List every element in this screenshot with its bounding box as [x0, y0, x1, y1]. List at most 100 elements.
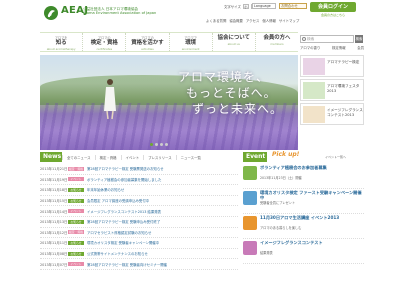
news-date: 2013年11月12日 — [40, 230, 68, 235]
event-title-link[interactable]: 11月30日アロマ生活講座 イベント2013 — [260, 215, 364, 220]
banner-fragrance-contest[interactable]: イメージフレグランスコンテスト2013 — [300, 103, 364, 125]
banner-thumb — [303, 58, 325, 75]
news-category-badge: イベント — [68, 209, 84, 214]
event-list-link[interactable]: イベント一覧へ — [325, 155, 346, 159]
news-date: 2013年11月14日 — [40, 209, 68, 214]
nav-members[interactable]: 会員の方へ members — [256, 33, 298, 51]
news-title-link[interactable]: アロマセラピスト資格認定試験のお知らせ — [87, 230, 238, 235]
tab-press[interactable]: プレスリリース — [143, 154, 176, 160]
news-item[interactable]: 2013年11月08日 お知らせ 公式携帯サイトメンテナンスのお知らせ — [40, 249, 238, 260]
news-date: 2013年11月18日 — [40, 188, 68, 193]
news-title-link[interactable]: 年末年始休業のお知らせ — [87, 187, 238, 192]
news-item[interactable]: 2013年11月12日 検定・資格 アロマセラピスト資格認定試験のお知らせ — [40, 228, 238, 239]
utility-links: よくある質問 協会概要 アクセス 個人情報 サイトマップ — [206, 18, 299, 23]
event-title-link[interactable]: 環境カオリスタ検定 ファースト受験キャンペーン開催中 — [260, 190, 364, 200]
event-thumb — [243, 166, 257, 180]
event-list: ボランティア植樹会のお参加者募集 2013年11月23日（土）開催環境カオリスタ検… — [243, 164, 364, 264]
contact-button[interactable]: お問合わせ — [279, 3, 307, 9]
news-heading: News — [40, 152, 62, 162]
quick-link[interactable]: アロマの香り — [300, 45, 320, 50]
language-select[interactable]: Language — [252, 3, 276, 9]
nav-environment[interactable]: アロマで 環境 environment — [170, 33, 213, 51]
nav-subtitle: members — [270, 42, 284, 46]
news-item[interactable]: 2013年11月11日 お知らせ 環境カオリスタ検定 受験者キャンペーン開催中 — [40, 238, 238, 249]
news-item[interactable]: 2013年11月18日 お知らせ 年末年始休業のお知らせ — [40, 185, 238, 196]
nav-subtitle: environment — [181, 47, 200, 51]
news-item[interactable]: 2013年11月21日 検定・資格 第28回アロマテラピー検定 受験票発送のお知らせ — [40, 164, 238, 175]
quick-link[interactable]: 会員 — [357, 45, 364, 50]
news-date: 2013年11月07日 — [40, 262, 68, 267]
banner-thumb — [303, 82, 325, 99]
nav-subtitle: activities — [141, 47, 154, 51]
event-title-link[interactable]: ボランティア植樹会のお参加者募集 — [260, 165, 364, 170]
news-list-link[interactable]: ニュース一覧 — [175, 154, 205, 160]
news-item[interactable]: 2013年11月15日 お知らせ 会員限定 アロマ講座の受講申込み受付中 — [40, 196, 238, 207]
news-item[interactable]: 2013年11月13日 お知らせ 第28回アロマテラピー検定 受験申込み受付終了 — [40, 217, 238, 228]
event-desc: 受験者全員にプレゼント — [260, 201, 296, 205]
event-desc: 結果発表 — [260, 251, 273, 255]
nav-use-qualification[interactable]: アロマの 資格を活かす activities — [126, 33, 170, 51]
nav-certificates[interactable]: アロマの 検定・資格 certificates — [83, 33, 127, 51]
tab-all-news[interactable]: 全てのニュース — [62, 154, 95, 160]
event-desc: アロマのある暮らしを楽しむ — [260, 226, 302, 230]
member-login-button[interactable]: 会員ログイン — [310, 2, 356, 12]
banner-aroma-test[interactable]: アロマテラピー検定 — [300, 55, 364, 77]
news-title-link[interactable]: ボランティア植樹会の参加者募集を開始しました — [87, 177, 238, 182]
news-date: 2013年11月19日 — [40, 177, 68, 182]
sitemap-link[interactable]: サイトマップ — [279, 18, 299, 23]
tab-events[interactable]: イベント — [120, 154, 144, 160]
news-date: 2013年11月13日 — [40, 220, 68, 225]
news-title-link[interactable]: 第28回アロマテラピー検定 受験者向けセミナー開催 — [87, 262, 238, 267]
quick-link[interactable]: 検定情報 — [332, 45, 346, 50]
news-title-link[interactable]: 会員限定 アロマ講座の受講申込み受付中 — [87, 198, 238, 203]
news-item[interactable]: 2013年11月19日 イベント ボランティア植樹会の参加者募集を開始しました — [40, 175, 238, 186]
event-desc: 2013年11月23日（土）開催 — [260, 176, 302, 180]
hero-woman-figure — [104, 79, 116, 120]
faq-link[interactable]: よくある質問 — [206, 18, 226, 23]
event-item[interactable]: 11月30日アロマ生活講座 イベント2013 アロマのある暮らしを楽しむ — [243, 214, 364, 239]
org-name-en: Aroma Environment Association of Japan — [83, 11, 157, 16]
access-link[interactable]: アクセス — [246, 18, 259, 23]
news-title-link[interactable]: 公式携帯サイトメンテナンスのお知らせ — [87, 251, 238, 256]
news-category-badge: お知らせ — [68, 219, 84, 224]
event-item[interactable]: 環境カオリスタ検定 ファースト受験キャンペーン開催中 受験者全員にプレゼント — [243, 189, 364, 214]
nav-know-aroma[interactable]: アロマを 知る about aromatherapy — [40, 33, 84, 51]
search-button[interactable]: 検索 — [355, 35, 363, 43]
nav-subtitle: about aromatherapy — [46, 47, 76, 51]
event-thumb — [243, 216, 257, 230]
hero-banner[interactable]: アロマ環境を、 もっとそばへ。 ずっと未来へ。 — [40, 55, 298, 150]
privacy-link[interactable]: 個人情報 — [262, 18, 276, 23]
tab-certificates[interactable]: 検定・資格 — [94, 154, 121, 160]
aeaj-logo-icon[interactable] — [44, 6, 58, 20]
org-name: 公益社団法人 日本アロマ環境協会 Aroma Environment Assoc… — [83, 7, 156, 16]
event-item[interactable]: ボランティア植樹会のお参加者募集 2013年11月23日（土）開催 — [243, 164, 364, 189]
nav-title: 環境 — [185, 40, 196, 46]
banner-aroma-festa[interactable]: アロマ環境フェスタ2013 — [300, 79, 364, 101]
news-title-link[interactable]: 環境カオリスタ検定 受験者キャンペーン開催中 — [87, 240, 238, 245]
font-small-button[interactable]: 小 — [242, 4, 249, 9]
banner-caption: アロマ環境フェスタ2013 — [327, 84, 360, 93]
banner-caption: イメージフレグランスコンテスト2013 — [327, 108, 363, 117]
news-title-link[interactable]: 第28回アロマテラピー検定 受験申込み受付終了 — [87, 219, 238, 224]
about-link[interactable]: 協会概要 — [229, 18, 243, 23]
event-thumb — [243, 241, 257, 255]
slider-dot[interactable] — [165, 143, 168, 146]
nav-about-association[interactable]: 協会について about us — [213, 33, 256, 51]
event-item[interactable]: イメージフレグランスコンテスト 結果発表 — [243, 239, 364, 264]
news-category-badge: 検定・資格 — [68, 230, 84, 235]
news-title-link[interactable]: イメージフレグランスコンテスト2013 結果発表 — [87, 209, 238, 214]
search-input[interactable]: 検索 — [300, 35, 354, 43]
event-title-link[interactable]: イメージフレグランスコンテスト — [260, 240, 364, 245]
news-title-link[interactable]: 第28回アロマテラピー検定 受験票発送のお知らせ — [87, 166, 238, 171]
news-item[interactable]: 2013年11月07日 イベント 第28回アロマテラピー検定 受験者向けセミナー開催 — [40, 259, 238, 270]
news-date: 2013年11月11日 — [40, 241, 68, 246]
side-banners: アロマテラピー検定 アロマ環境フェスタ2013 イメージフレグランスコンテスト2… — [300, 55, 364, 127]
news-date: 2013年11月21日 — [40, 167, 68, 172]
slider-dot[interactable] — [155, 143, 158, 146]
slider-dot[interactable] — [150, 143, 153, 146]
news-item[interactable]: 2013年11月14日 イベント イメージフレグランスコンテスト2013 結果発表 — [40, 206, 238, 217]
hero-line: アロマ環境を、 — [178, 70, 270, 84]
nav-subtitle: about us — [227, 42, 240, 46]
news-category-badge: 検定・資格 — [68, 166, 84, 171]
slider-dot[interactable] — [160, 143, 163, 146]
